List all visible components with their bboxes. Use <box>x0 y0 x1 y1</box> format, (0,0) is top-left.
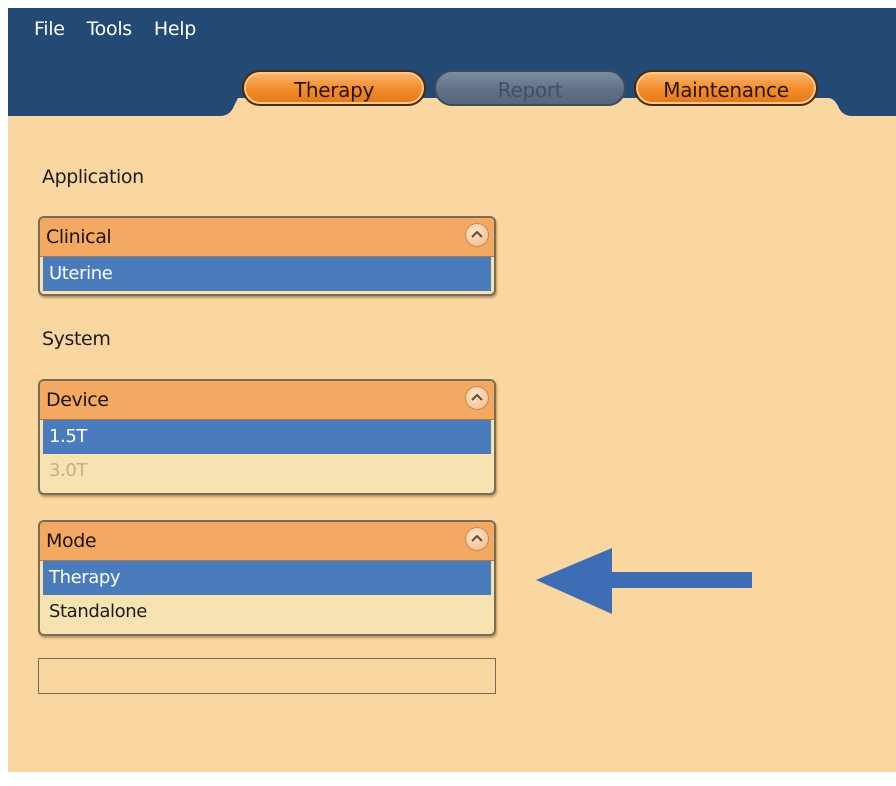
mode-listbox-title: Mode <box>46 530 97 552</box>
list-item-1-5t[interactable]: 1.5T <box>43 420 491 454</box>
chevron-up-icon[interactable] <box>465 527 489 551</box>
application-window: File Tools Help Therapy Report Maintenan… <box>8 8 896 772</box>
list-item-3-0t: 3.0T <box>49 460 88 481</box>
tab-report: Report <box>434 70 626 106</box>
device-listbox-title: Device <box>46 389 109 411</box>
application-section-label: Application <box>42 166 144 188</box>
chevron-up-icon[interactable] <box>465 223 489 247</box>
arrow-left-icon <box>536 548 752 614</box>
clinical-listbox-title: Clinical <box>46 226 112 248</box>
status-field <box>38 658 496 694</box>
clinical-listbox-header[interactable]: Clinical <box>40 218 494 257</box>
tab-therapy[interactable]: Therapy <box>242 70 426 106</box>
device-listbox-header[interactable]: Device <box>40 381 494 420</box>
list-item-therapy[interactable]: Therapy <box>43 561 491 595</box>
list-item-uterine[interactable]: Uterine <box>43 257 491 291</box>
tab-maintenance[interactable]: Maintenance <box>634 70 818 106</box>
chevron-up-icon[interactable] <box>465 386 489 410</box>
list-item-standalone[interactable]: Standalone <box>43 595 491 629</box>
system-section-label: System <box>42 328 111 350</box>
device-listbox[interactable]: Device 1.5T 3.0T <box>38 379 496 495</box>
mode-listbox-header[interactable]: Mode <box>40 522 494 561</box>
clinical-listbox[interactable]: Clinical Uterine <box>38 216 496 296</box>
mode-listbox[interactable]: Mode Therapy Standalone <box>38 520 496 636</box>
